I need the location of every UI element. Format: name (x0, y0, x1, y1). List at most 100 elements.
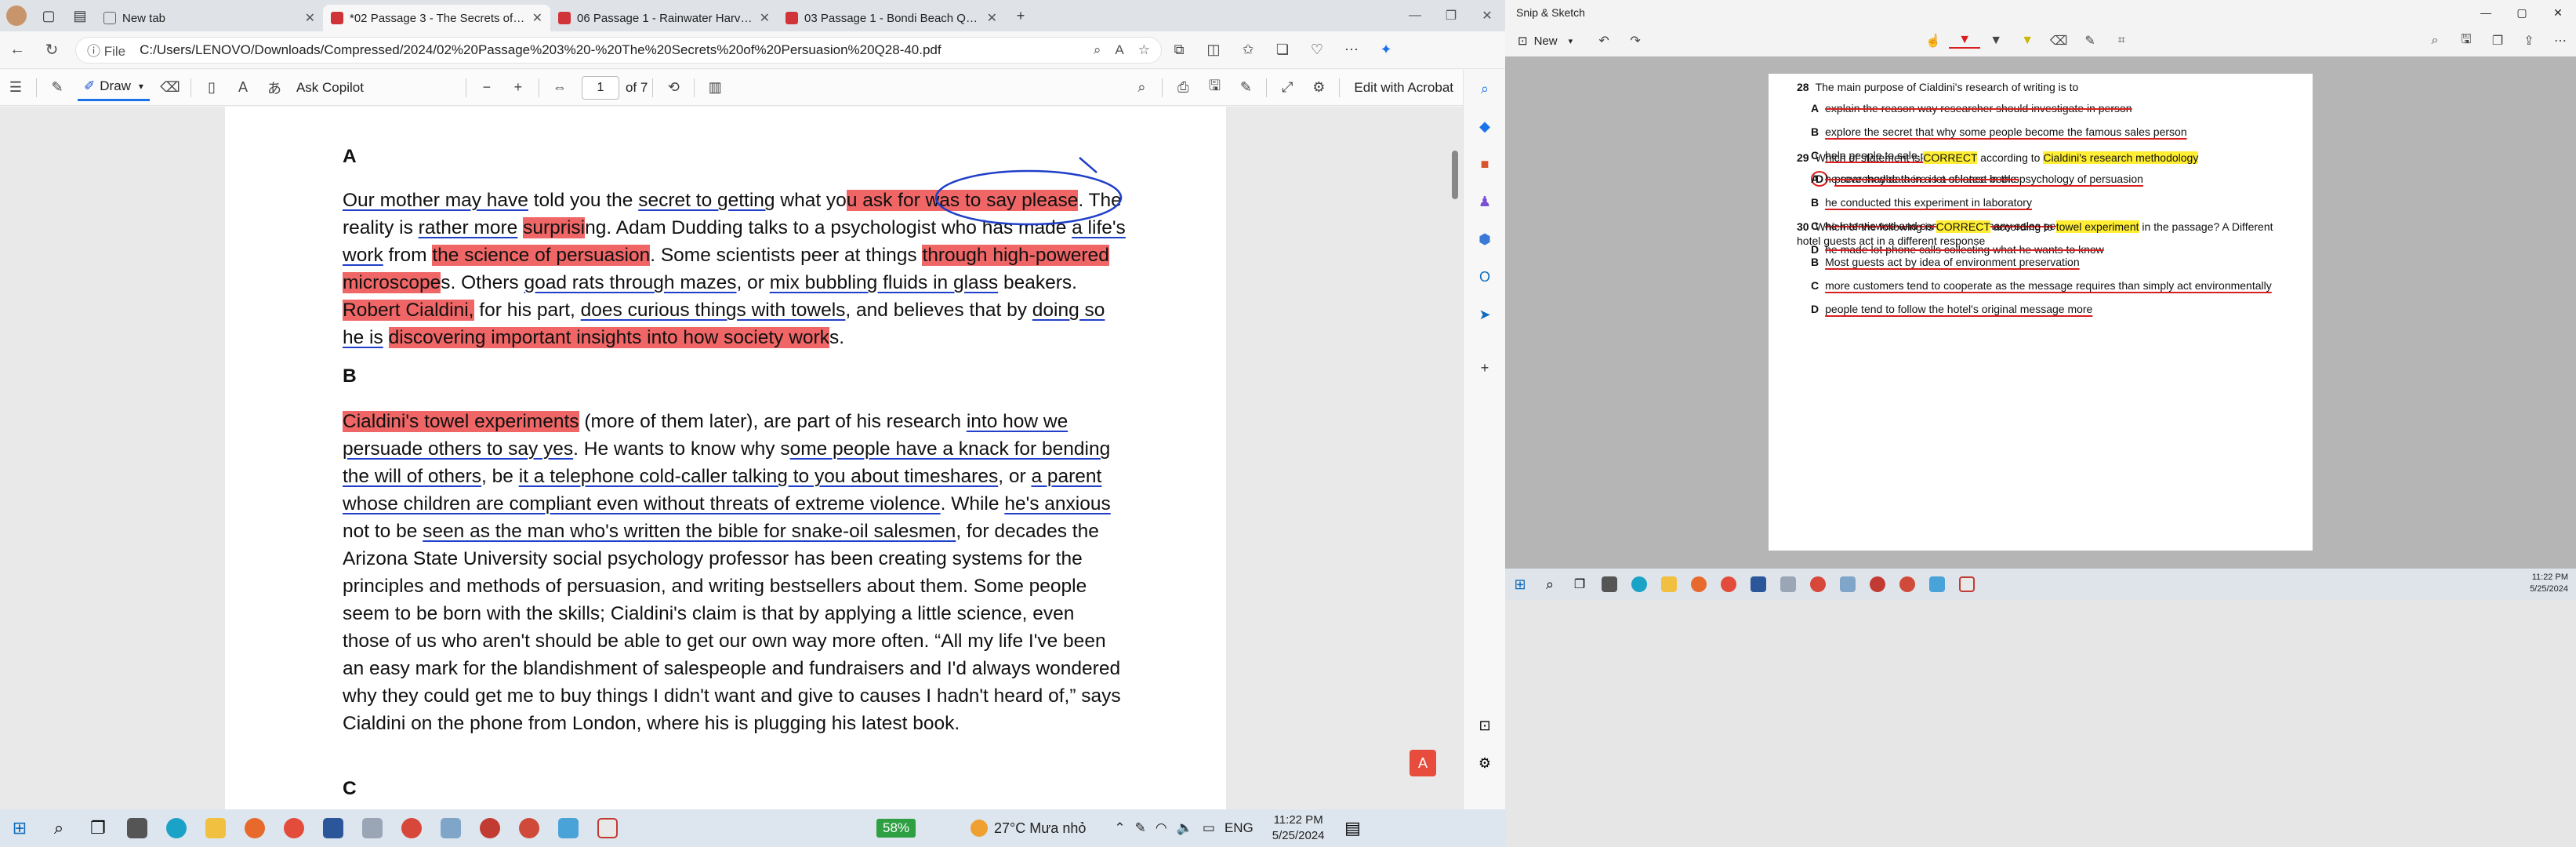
wifi-icon[interactable]: ◠ (1156, 820, 1167, 836)
new-tab-button[interactable]: + (1005, 0, 1036, 31)
browser-tab[interactable]: 06 Passage 1 - Rainwater Harvesting ✕ (550, 5, 778, 31)
restore-icon[interactable]: ❐ (1433, 0, 1469, 31)
tab-close-icon[interactable]: ✕ (532, 10, 542, 26)
eraser-icon[interactable]: ⌫ (154, 79, 186, 96)
vertical-tabs-icon[interactable]: ▤ (64, 0, 96, 31)
outlook-icon[interactable]: O (1464, 258, 1506, 296)
refresh-icon[interactable]: ↻ (34, 40, 69, 60)
highlight-icon[interactable]: ✎ (42, 79, 73, 96)
close-icon[interactable]: ✕ (1469, 0, 1505, 31)
screenshot-icon[interactable]: ⊡ (1464, 707, 1506, 744)
browser-tab[interactable]: *02 Passage 3 - The Secrets of Persuasio… (323, 5, 550, 31)
undo-icon[interactable]: ↶ (1588, 33, 1620, 49)
acrobat-logo-icon[interactable]: A (1410, 750, 1436, 776)
tab-close-icon[interactable]: ✕ (987, 10, 997, 26)
start-icon[interactable]: ⊞ (2, 811, 37, 845)
search-icon[interactable]: ⌕ (42, 811, 76, 845)
page-view-icon[interactable]: ▥ (699, 79, 731, 96)
chrome-profile-icon[interactable] (473, 811, 507, 845)
edge-taskbar-icon[interactable] (159, 811, 194, 845)
zoom-icon[interactable]: ⌕ (2419, 34, 2451, 48)
shopping-tag-icon[interactable]: ◆ (1464, 107, 1506, 145)
extensions-icon[interactable]: ⧉ (1162, 42, 1196, 58)
print-icon[interactable]: ⎙ (1167, 79, 1199, 96)
minimize-icon[interactable]: — (1397, 0, 1433, 31)
eraser-icon[interactable]: ⌫ (2043, 33, 2074, 49)
browser-essentials-icon[interactable]: ♡ (1300, 42, 1334, 58)
pdf-viewer[interactable]: A Our mother may have told you the secre… (0, 107, 1463, 809)
language-indicator[interactable]: ENG (1225, 820, 1254, 836)
back-icon[interactable]: ← (0, 41, 34, 59)
favorite-star-icon[interactable]: ☆ (1138, 42, 1150, 58)
pencil-icon[interactable]: ▼ (1980, 34, 2012, 48)
minimize-icon[interactable]: — (2468, 0, 2504, 25)
copilot-icon[interactable]: ✦ (1369, 42, 1403, 58)
word-icon[interactable] (316, 811, 350, 845)
app-icon[interactable] (434, 811, 468, 845)
chrome-profile-icon[interactable] (512, 811, 546, 845)
edit-with-acrobat-button[interactable]: Edit with Acrobat (1354, 80, 1453, 96)
search-icon[interactable]: ⌕ (1464, 70, 1506, 107)
save-as-icon[interactable]: ✎ (1230, 79, 1261, 96)
zoom-icon[interactable]: ⌕ (1094, 42, 1101, 58)
scrollbar-thumb[interactable] (1452, 151, 1458, 199)
notifications-icon[interactable]: ▤ (1336, 811, 1370, 845)
file-explorer-icon[interactable] (198, 811, 233, 845)
camera-app-icon[interactable] (120, 811, 154, 845)
settings-icon[interactable]: ⚙ (1303, 79, 1334, 96)
redo-icon[interactable]: ↷ (1620, 33, 1651, 49)
vertical-scrollbar[interactable] (1450, 107, 1460, 809)
add-sidebar-icon[interactable]: + (1464, 349, 1506, 387)
ask-copilot-button[interactable]: Ask Copilot (296, 80, 364, 96)
sidebar-settings-icon[interactable]: ⚙ (1464, 744, 1506, 782)
browser-tab[interactable]: 03 Passage 1 - Bondi Beach Q1-13 ✕ (778, 5, 1005, 31)
chrome-profile-icon[interactable] (394, 811, 429, 845)
page-number-input[interactable]: 1 (581, 75, 619, 100)
weather-widget[interactable]: 27°C Mưa nhỏ (971, 820, 1086, 837)
text-box-icon[interactable]: ▯ (196, 79, 227, 96)
highlighter-icon[interactable]: ▼ (2012, 34, 2043, 48)
new-snip-button[interactable]: ⊡ New ▾ (1518, 34, 1573, 49)
ruler-icon[interactable]: ✎ (2074, 33, 2106, 49)
translate-icon[interactable]: あ (259, 78, 290, 98)
zoom-in-icon[interactable]: + (503, 79, 534, 96)
contents-icon[interactable]: ☰ (0, 79, 31, 96)
share-icon[interactable]: ⇪ (2513, 33, 2545, 49)
touch-writing-icon[interactable]: ☝ (1917, 33, 1949, 49)
profile-avatar[interactable] (6, 5, 27, 26)
chevron-up-icon[interactable]: ⌃ (1114, 820, 1125, 836)
snip-sketch-icon[interactable] (590, 811, 625, 845)
send-icon[interactable]: ➤ (1464, 296, 1506, 333)
more-menu-icon[interactable]: ⋯ (1334, 42, 1369, 58)
save-icon[interactable]: 🖫 (1199, 76, 1230, 100)
snip-canvas[interactable]: 28 The main purpose of Cialdini's researc… (1505, 56, 2576, 847)
chevron-down-icon[interactable]: ▾ (1569, 36, 1573, 46)
browser-tab[interactable]: New tab ✕ (96, 5, 323, 31)
battery-icon[interactable]: ▭ (1203, 820, 1215, 836)
split-screen-icon[interactable]: ◫ (1196, 42, 1231, 58)
games-icon[interactable]: ♟ (1464, 183, 1506, 220)
battery-indicator[interactable]: 58% (876, 819, 916, 838)
pen-icon[interactable]: ✎ (1135, 820, 1146, 836)
more-icon[interactable]: ⋯ (2545, 33, 2576, 49)
workspaces-icon[interactable]: ▢ (33, 0, 64, 31)
tools-briefcase-icon[interactable]: ■ (1464, 145, 1506, 183)
crop-icon[interactable]: ⌗ (2106, 34, 2137, 48)
copy-icon[interactable]: ❐ (2482, 33, 2513, 49)
fit-page-icon[interactable]: ⇔ (544, 79, 575, 96)
task-view-icon[interactable]: ❐ (81, 811, 115, 845)
collections-icon[interactable]: ❏ (1265, 42, 1300, 58)
tab-close-icon[interactable]: ✕ (305, 10, 315, 26)
url-input[interactable]: ⓘ File C:/Users/LENOVO/Downloads/Compres… (75, 36, 1162, 64)
firefox-icon[interactable] (238, 811, 272, 845)
volume-icon[interactable]: 🔈 (1177, 820, 1193, 836)
draw-button[interactable]: ✐ Draw ▾ (78, 75, 150, 101)
taskbar-clock[interactable]: 11:22 PM 5/25/2024 (1272, 812, 1325, 844)
zoom-out-icon[interactable]: − (471, 79, 503, 96)
control-panel-icon[interactable] (551, 811, 586, 845)
read-aloud-icon[interactable]: A (227, 79, 259, 96)
maximize-icon[interactable]: ▢ (2504, 0, 2540, 25)
search-icon[interactable]: ⌕ (1126, 79, 1157, 96)
microsoft365-icon[interactable]: ⬢ (1464, 220, 1506, 258)
ballpoint-pen-icon[interactable]: ▼ (1949, 33, 1981, 49)
